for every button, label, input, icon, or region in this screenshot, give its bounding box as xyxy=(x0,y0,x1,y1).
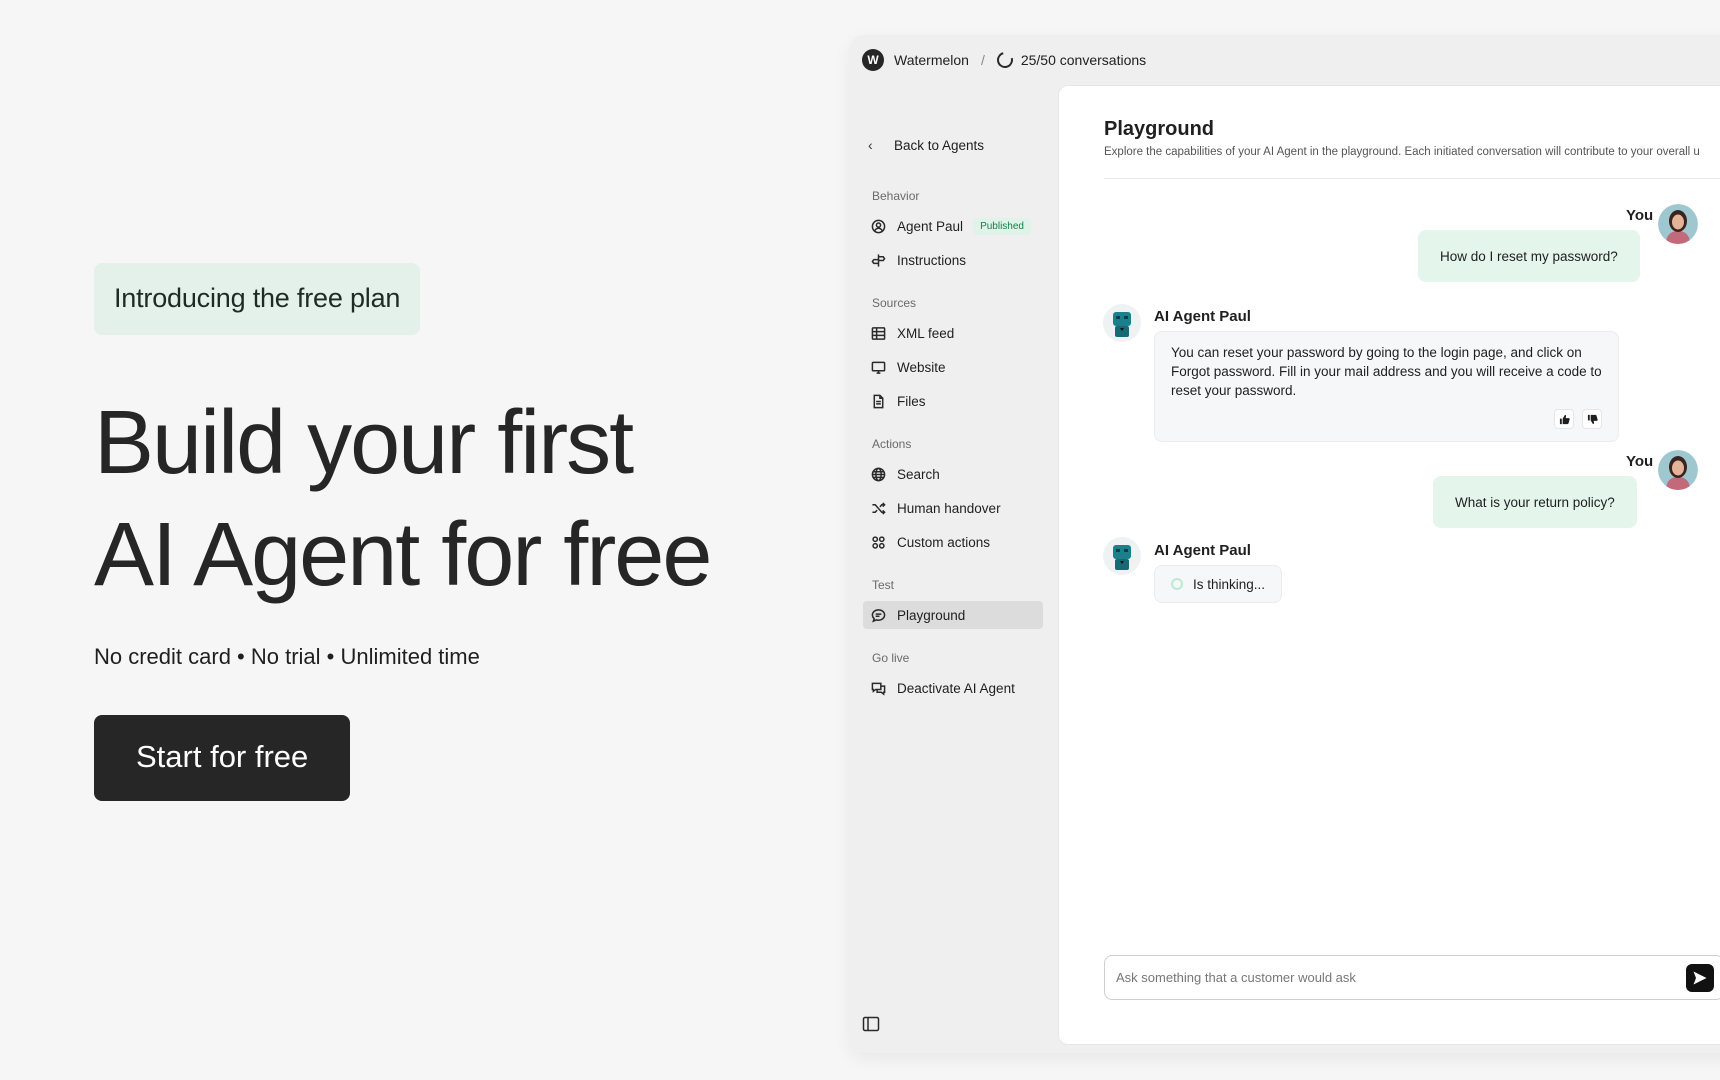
headline-line-1: Build your first xyxy=(94,393,634,493)
section-actions: Actions xyxy=(872,437,912,451)
sidebar-item-agent[interactable]: Agent Paul Published xyxy=(863,212,1043,240)
feedback-buttons xyxy=(1554,409,1602,429)
sidebar-item-playground[interactable]: Playground xyxy=(863,601,1043,629)
sidebar-item-label: Playground xyxy=(897,607,966,623)
sidebar-item-label: Agent Paul xyxy=(897,218,964,234)
back-to-agents-link[interactable]: ‹ Back to Agents xyxy=(868,137,984,153)
section-behavior: Behavior xyxy=(872,189,920,203)
section-go-live: Go live xyxy=(872,651,910,665)
sender-label-agent: AI Agent Paul xyxy=(1154,308,1251,325)
app-window: W Watermelon / 25/50 conversations ‹ Bac… xyxy=(850,35,1720,1053)
sidebar-item-label: XML feed xyxy=(897,325,955,341)
sender-label-agent: AI Agent Paul xyxy=(1154,542,1251,559)
shuffle-icon xyxy=(869,499,887,517)
sidebar-item-label: Custom actions xyxy=(897,534,991,550)
sidebar-item-search[interactable]: Search xyxy=(863,460,1043,488)
chat-bubble-icon xyxy=(869,606,887,624)
sidebar-toggle-icon[interactable] xyxy=(862,1015,880,1033)
published-badge: Published xyxy=(973,217,1031,235)
user-message: How do I reset my password? xyxy=(1418,230,1640,282)
free-plan-pill: Introducing the free plan xyxy=(94,263,421,335)
thumbs-down-icon[interactable] xyxy=(1582,409,1602,429)
sidebar-item-website[interactable]: Website xyxy=(863,353,1043,381)
agent-avatar xyxy=(1103,304,1141,342)
playground-panel: Playground Explore the capabilities of y… xyxy=(1058,85,1720,1045)
agent-avatar xyxy=(1103,537,1141,575)
loading-icon xyxy=(1171,578,1183,590)
headline-line-2: AI Agent for free xyxy=(94,505,712,605)
sidebar-item-custom-actions[interactable]: Custom actions xyxy=(863,528,1043,556)
user-message: What is your return policy? xyxy=(1433,476,1637,528)
message-composer xyxy=(1104,955,1720,1000)
workspace-name[interactable]: Watermelon xyxy=(894,52,969,68)
user-avatar xyxy=(1658,450,1698,490)
sidebar-item-label: Deactivate AI Agent xyxy=(897,680,1015,696)
sidebar-item-instructions[interactable]: Instructions xyxy=(863,246,1043,274)
signpost-icon xyxy=(869,251,887,269)
thinking-text: Is thinking... xyxy=(1193,576,1266,592)
send-button[interactable] xyxy=(1686,963,1714,992)
chats-icon xyxy=(869,679,887,697)
section-sources: Sources xyxy=(872,296,917,310)
sidebar-item-label: Files xyxy=(897,393,926,409)
message-input[interactable] xyxy=(1105,970,1686,985)
page-description: Explore the capabilities of your AI Agen… xyxy=(1104,146,1700,158)
top-bar: W Watermelon / 25/50 conversations xyxy=(850,35,1720,85)
divider xyxy=(1104,178,1720,179)
globe-icon xyxy=(869,465,887,483)
section-test: Test xyxy=(872,578,895,592)
grid-icon xyxy=(869,533,887,551)
start-for-free-button[interactable]: Start for free xyxy=(94,715,351,801)
back-label: Back to Agents xyxy=(894,137,985,153)
user-circle-icon xyxy=(869,217,887,235)
sender-label-you: You xyxy=(1626,453,1654,470)
hero-section: Introducing the free plan Build your fir… xyxy=(94,263,814,801)
sidebar-item-label: Human handover xyxy=(897,500,1001,516)
chevron-left-icon: ‹ xyxy=(868,137,873,153)
sender-label-you: You xyxy=(1626,207,1654,224)
file-icon xyxy=(869,392,887,410)
usage-ring-icon xyxy=(993,49,1016,71)
table-icon xyxy=(869,324,887,342)
sidebar-item-label: Instructions xyxy=(897,252,967,268)
headline: Build your first AI Agent for free xyxy=(94,387,814,611)
send-icon xyxy=(1693,971,1707,984)
sidebar-item-label: Website xyxy=(897,359,946,375)
sidebar-item-human-handover[interactable]: Human handover xyxy=(863,494,1043,522)
sidebar-item-files[interactable]: Files xyxy=(863,387,1043,415)
sidebar-item-deactivate[interactable]: Deactivate AI Agent xyxy=(863,674,1043,702)
workspace-logo[interactable]: W xyxy=(862,49,884,71)
thumbs-up-icon[interactable] xyxy=(1554,409,1574,429)
conversation-usage: 25/50 conversations xyxy=(1020,52,1147,68)
breadcrumb-separator: / xyxy=(980,52,985,68)
sidebar: ‹ Back to Agents Behavior Agent Paul Pub… xyxy=(850,85,1058,1053)
sidebar-item-xml-feed[interactable]: XML feed xyxy=(863,319,1043,347)
sidebar-item-label: Search xyxy=(897,466,940,482)
user-avatar xyxy=(1658,204,1698,244)
monitor-icon xyxy=(869,358,887,376)
thinking-indicator: Is thinking... xyxy=(1154,565,1283,603)
agent-message-text: You can reset your password by going to … xyxy=(1171,345,1602,398)
subline: No credit card • No trial • Unlimited ti… xyxy=(94,644,480,669)
agent-message: You can reset your password by going to … xyxy=(1154,331,1619,442)
page-title: Playground xyxy=(1104,118,1215,140)
